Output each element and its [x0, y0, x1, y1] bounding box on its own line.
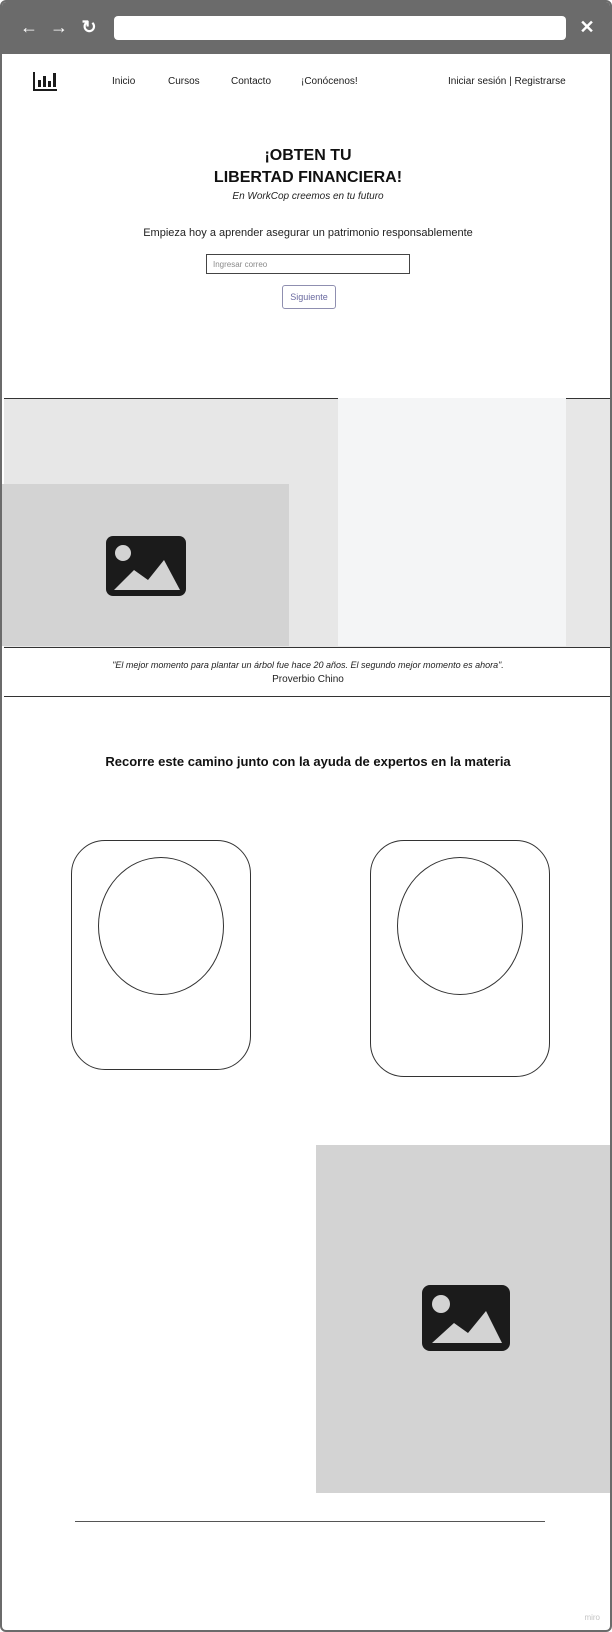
nav-contacto[interactable]: Contacto [231, 76, 271, 87]
banner-panel [338, 398, 566, 646]
nav-conocenos[interactable]: ¡Conócenos! [301, 76, 358, 87]
avatar [98, 857, 224, 995]
email-input[interactable] [206, 254, 410, 274]
address-bar[interactable] [114, 16, 566, 40]
reload-icon[interactable]: ↻ [78, 16, 100, 38]
login-register-link[interactable]: Iniciar sesión | Registrarse [448, 76, 566, 87]
next-button[interactable]: Siguiente [282, 285, 336, 309]
hero-title-line2: LIBERTAD FINANCIERA! [213, 169, 403, 186]
expert-card[interactable] [71, 840, 251, 1070]
image-placeholder [2, 484, 289, 646]
arrow-right-icon[interactable]: → [48, 16, 70, 38]
hero-lead: Empieza hoy a aprender asegurar un patri… [143, 227, 473, 239]
hero-title-line1: ¡OBTEN TU [264, 147, 352, 164]
browser-toolbar: ← → ↻ ✕ [2, 2, 610, 54]
watermark: miro [584, 1613, 600, 1622]
image-placeholder-icon [422, 1285, 510, 1351]
image-placeholder [316, 1145, 610, 1493]
close-icon[interactable]: ✕ [576, 16, 598, 38]
nav-cursos[interactable]: Cursos [168, 76, 200, 87]
quote-author: Proverbio Chino [272, 674, 344, 685]
image-placeholder-icon [106, 536, 186, 596]
bar-chart-icon[interactable] [32, 70, 58, 92]
footer-divider [75, 1521, 545, 1522]
experts-title: Recorre este camino junto con la ayuda d… [105, 754, 511, 769]
quote-section: "El mejor momento para plantar un árbol … [4, 647, 610, 697]
avatar [397, 857, 523, 995]
nav-inicio[interactable]: Inicio [112, 76, 135, 87]
expert-card[interactable] [370, 840, 550, 1077]
hero-subtitle: En WorkCop creemos en tu futuro [232, 191, 384, 202]
quote-text: "El mejor momento para plantar un árbol … [112, 660, 504, 670]
browser-window: ← → ↻ ✕ Inicio Cursos Contacto ¡Conóceno… [0, 0, 612, 1632]
arrow-left-icon[interactable]: ← [18, 16, 40, 38]
